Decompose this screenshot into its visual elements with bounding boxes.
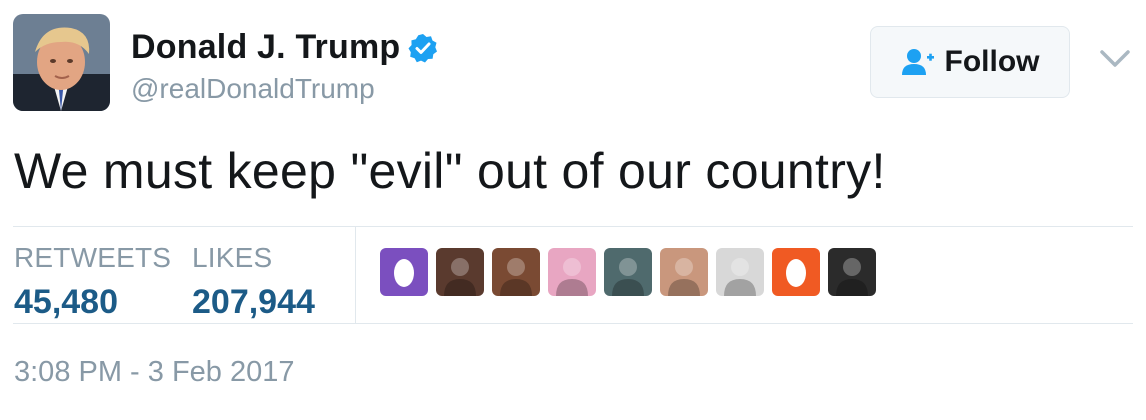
stats-divider-vertical [355, 226, 356, 323]
liker-avatar[interactable] [380, 248, 428, 296]
retweets-count[interactable]: 45,480 [14, 283, 118, 322]
stats-divider-bottom [13, 323, 1133, 324]
person-photo-icon [556, 258, 588, 296]
person-photo-icon [612, 258, 644, 296]
retweets-label[interactable]: RETWEETS [14, 242, 171, 274]
person-photo-icon [836, 258, 868, 296]
user-handle[interactable]: @realDonaldTrump [131, 73, 375, 105]
display-name-text[interactable]: Donald J. Trump [131, 28, 400, 67]
add-user-icon [901, 47, 935, 77]
person-photo-icon [444, 258, 476, 296]
follow-button-label: Follow [944, 45, 1040, 78]
person-photo-icon [668, 258, 700, 296]
likes-label[interactable]: LIKES [192, 242, 272, 274]
egg-icon [394, 259, 414, 287]
liker-avatar[interactable] [660, 248, 708, 296]
liker-avatar[interactable] [828, 248, 876, 296]
person-photo-icon [724, 258, 756, 296]
follow-button[interactable]: Follow [870, 26, 1070, 98]
person-photo-icon [500, 258, 532, 296]
egg-icon [786, 259, 806, 287]
tweet-timestamp[interactable]: 3:08 PM - 3 Feb 2017 [14, 356, 295, 389]
profile-avatar[interactable] [13, 14, 110, 111]
likers-avatar-list [380, 248, 876, 296]
liker-avatar[interactable] [772, 248, 820, 296]
chevron-down-icon[interactable] [1098, 46, 1132, 72]
liker-avatar[interactable] [716, 248, 764, 296]
liker-avatar[interactable] [548, 248, 596, 296]
verified-badge-icon [408, 33, 438, 63]
tweet-text: We must keep "evil" out of our country! [14, 143, 886, 199]
liker-avatar[interactable] [492, 248, 540, 296]
stats-divider-top [13, 226, 1133, 227]
likes-count[interactable]: 207,944 [192, 283, 315, 322]
liker-avatar[interactable] [604, 248, 652, 296]
display-name[interactable]: Donald J. Trump [131, 28, 438, 67]
liker-avatar[interactable] [436, 248, 484, 296]
